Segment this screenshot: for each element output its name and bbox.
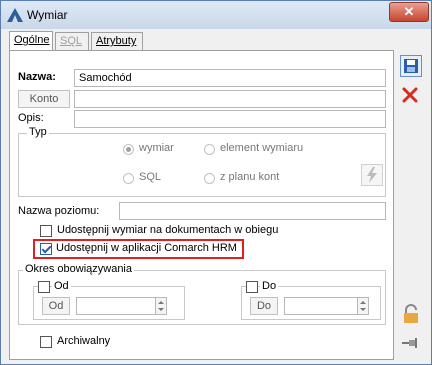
od-label: Od (52, 280, 71, 292)
radio-z-planu-kont-label: z planu kont (220, 171, 280, 183)
typ-group-title: Typ (27, 126, 49, 138)
do-label: Do (260, 280, 279, 292)
general-panel: Nazwa: Samochód Konto Opis: Typ wymiar e… (9, 50, 394, 360)
padlock-icon (404, 304, 418, 323)
radio-element-wymiaru[interactable] (204, 144, 215, 155)
nazwa-input[interactable]: Samochód (74, 69, 386, 87)
do-subgroup: Do Do (241, 280, 381, 320)
pin-icon (402, 338, 417, 348)
lock-button[interactable] (400, 303, 422, 325)
radio-wymiar-label: wymiar (139, 142, 174, 154)
delete-button[interactable] (400, 85, 422, 107)
od-spinner[interactable] (155, 297, 167, 315)
nazwa-poziomu-label: Nazwa poziomu: (18, 205, 100, 217)
typ-group: Typ wymiar element wymiaru SQL z planu k… (18, 126, 386, 197)
do-spinner[interactable] (357, 297, 369, 315)
radio-z-planu-kont[interactable] (204, 173, 215, 184)
title-bar: Wymiar ✕ (1, 1, 431, 29)
red-x-delete-icon (402, 87, 418, 103)
close-icon: ✕ (403, 4, 415, 19)
udostepnij-hrm-label: Udostępnij w aplikacji Comarch HRM (56, 242, 237, 254)
radio-element-wymiaru-label: element wymiaru (220, 142, 304, 154)
nazwa-poziomu-input[interactable] (119, 202, 386, 220)
radio-sql[interactable] (123, 173, 134, 184)
okres-group: Okres obowiązywania Od Od Do Do (18, 263, 386, 325)
opis-label: Opis: (18, 112, 44, 124)
od-subgroup: Od Od (33, 280, 185, 320)
archiwalny-label: Archiwalny (57, 335, 111, 347)
do-checkbox[interactable] (246, 281, 258, 293)
app-logo-icon (7, 8, 23, 22)
radio-wymiar[interactable] (123, 144, 134, 155)
radio-sql-label: SQL (139, 171, 162, 183)
tab-sql: SQL (55, 32, 89, 50)
nazwa-label: Nazwa: (18, 71, 56, 83)
floppy-save-icon (404, 59, 418, 73)
tab-atrybuty[interactable]: Atrybuty (91, 32, 143, 50)
lightning-button[interactable] (361, 164, 383, 186)
udostepnij-obieg-checkbox[interactable] (40, 225, 52, 237)
do-date-input[interactable] (284, 297, 358, 315)
close-button[interactable]: ✕ (389, 2, 429, 22)
od-date-input[interactable] (76, 297, 156, 315)
opis-input[interactable] (74, 110, 386, 128)
dialog-window: Wymiar ✕ Ogólne SQL Atrybuty Nazwa: Samo… (0, 0, 432, 365)
save-button[interactable] (400, 55, 422, 77)
lightning-icon (367, 167, 377, 183)
do-button[interactable]: Do (250, 297, 278, 315)
od-button[interactable]: Od (42, 297, 70, 315)
pin-button[interactable] (400, 333, 422, 355)
archiwalny-checkbox[interactable] (40, 336, 52, 348)
od-checkbox[interactable] (38, 281, 50, 293)
do-spin-icon (360, 301, 366, 311)
udostepnij-obieg-label: Udostępnij wymiar na dokumentach w obieg… (57, 224, 279, 236)
konto-input[interactable] (74, 90, 386, 108)
window-title: Wymiar (27, 8, 68, 22)
okres-group-title: Okres obowiązywania (23, 263, 134, 275)
udostepnij-hrm-checkbox[interactable] (40, 243, 52, 255)
konto-button[interactable]: Konto (18, 90, 70, 108)
tab-ogolne[interactable]: Ogólne (9, 31, 53, 51)
od-spin-icon (158, 301, 164, 311)
